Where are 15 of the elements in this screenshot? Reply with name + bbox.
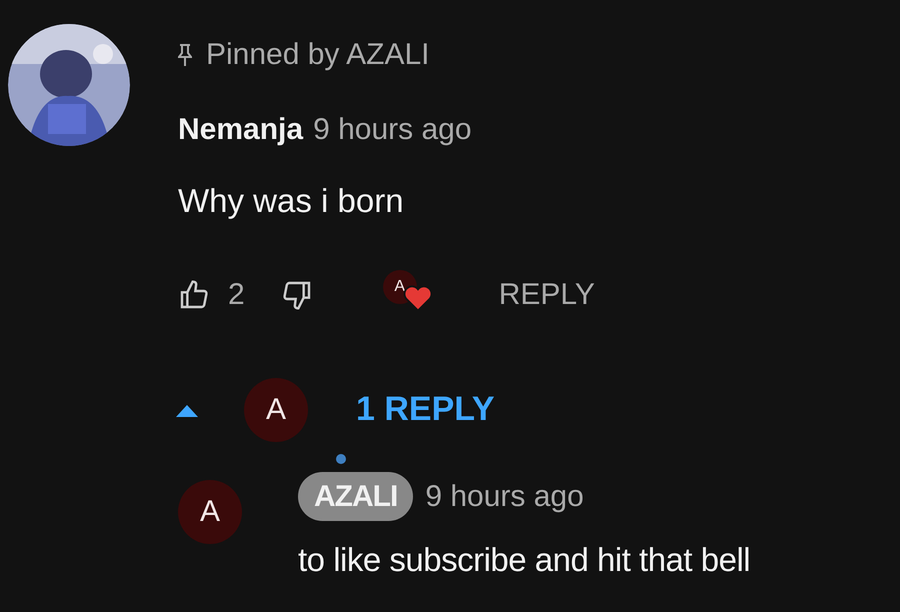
reply-text: to like subscribe and hit that bell: [298, 540, 750, 580]
view-replies-button[interactable]: 1 REPLY: [356, 384, 495, 435]
reply-time: 9 hours ago: [425, 478, 584, 514]
reply-button[interactable]: REPLY: [498, 272, 595, 317]
thumbs-up-icon[interactable]: [178, 278, 210, 310]
comment-text: Why was i born: [178, 181, 405, 221]
like-count: 2: [228, 277, 245, 313]
comment-author[interactable]: Nemanja: [178, 107, 304, 152]
avatar: A: [244, 378, 308, 442]
pin-icon: [178, 42, 192, 66]
pinned-label: Pinned by AZALI: [206, 37, 430, 73]
comment-time: 9 hours ago: [313, 112, 472, 148]
heart-icon: [402, 284, 433, 312]
avatar: A: [178, 480, 242, 544]
caret-up-icon[interactable]: [176, 402, 198, 416]
